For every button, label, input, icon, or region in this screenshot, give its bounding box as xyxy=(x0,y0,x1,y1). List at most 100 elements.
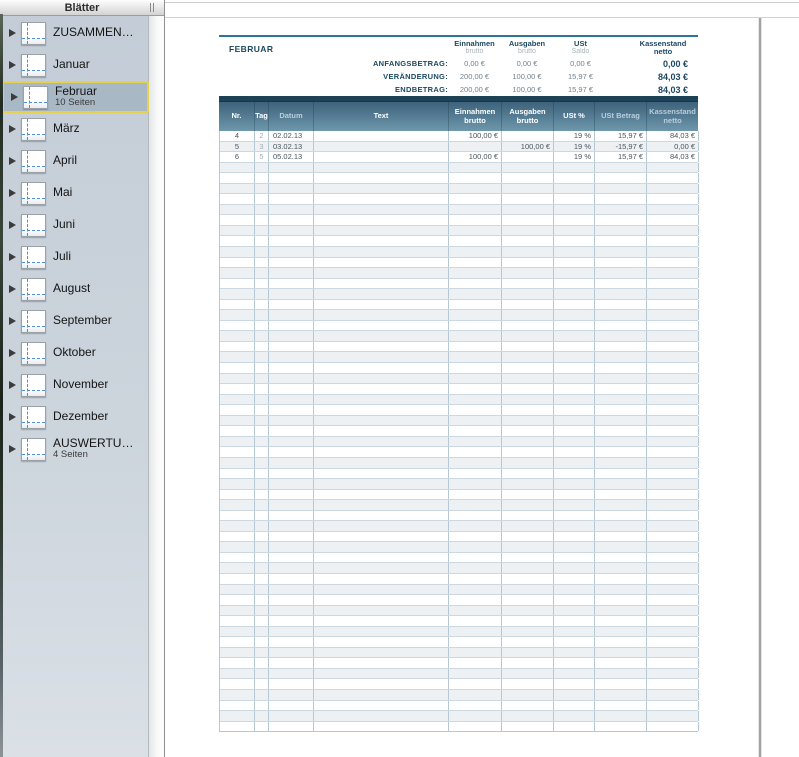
cell-datum[interactable] xyxy=(269,500,314,510)
summary-cell[interactable]: 200,00 € xyxy=(448,72,501,81)
cell-ausgaben[interactable] xyxy=(502,627,554,637)
cell-einnahmen[interactable] xyxy=(449,205,502,215)
cell-datum[interactable] xyxy=(269,279,314,289)
cell-datum[interactable] xyxy=(269,627,314,637)
cell-ausgaben[interactable] xyxy=(502,215,554,225)
summary-cell[interactable]: 0,00 € xyxy=(501,59,553,68)
cell-datum[interactable] xyxy=(269,563,314,573)
cell-text[interactable] xyxy=(314,321,449,331)
cell-nr[interactable] xyxy=(220,247,255,257)
cell-text[interactable] xyxy=(314,331,449,341)
cell-ust-prozent[interactable] xyxy=(554,585,595,595)
cell-einnahmen[interactable] xyxy=(449,184,502,194)
cell-kassenstand[interactable] xyxy=(647,606,699,616)
cell-text[interactable] xyxy=(314,163,449,173)
cell-kassenstand[interactable] xyxy=(647,384,699,394)
sidebar-item-november[interactable]: November xyxy=(2,369,149,401)
cell-ust-prozent[interactable] xyxy=(554,374,595,384)
cell-datum[interactable] xyxy=(269,469,314,479)
cell-text[interactable] xyxy=(314,405,449,415)
cell-nr[interactable] xyxy=(220,511,255,521)
cell-ust-betrag[interactable] xyxy=(595,173,647,183)
cell-ausgaben[interactable] xyxy=(502,310,554,320)
cell-text[interactable] xyxy=(314,479,449,489)
cell-ust-prozent[interactable] xyxy=(554,722,595,732)
cell-ust-betrag[interactable] xyxy=(595,268,647,278)
cell-einnahmen[interactable] xyxy=(449,511,502,521)
cell-ausgaben[interactable] xyxy=(502,395,554,405)
cell-text[interactable] xyxy=(314,701,449,711)
cell-einnahmen[interactable] xyxy=(449,479,502,489)
cell-tag[interactable] xyxy=(255,595,269,605)
cell-tag[interactable] xyxy=(255,679,269,689)
disclosure-triangle-icon[interactable] xyxy=(9,29,16,37)
sidebar-item-juli[interactable]: Juli xyxy=(2,241,149,273)
header-cell[interactable]: USt % xyxy=(553,102,594,131)
sidebar-item-märz[interactable]: März xyxy=(2,113,149,145)
summary-cell[interactable]: 15,97 € xyxy=(553,85,608,94)
cell-ust-betrag[interactable] xyxy=(595,711,647,721)
cell-ust-prozent[interactable]: 19 % xyxy=(554,131,595,141)
cell-einnahmen[interactable] xyxy=(449,490,502,500)
cell-kassenstand[interactable] xyxy=(647,194,699,204)
cell-text[interactable] xyxy=(314,268,449,278)
cell-ust-prozent[interactable] xyxy=(554,363,595,373)
cell-kassenstand[interactable] xyxy=(647,173,699,183)
cell-einnahmen[interactable] xyxy=(449,574,502,584)
cell-datum[interactable] xyxy=(269,236,314,246)
sidebar-item-juni[interactable]: Juni xyxy=(2,209,149,241)
cell-ausgaben[interactable] xyxy=(502,268,554,278)
cell-ust-betrag[interactable] xyxy=(595,194,647,204)
cell-kassenstand[interactable] xyxy=(647,669,699,679)
cell-ausgaben[interactable] xyxy=(502,279,554,289)
summary-cell-kassenstand[interactable]: 0,00 € xyxy=(628,59,698,69)
header-cell[interactable]: Einnahmenbrutto xyxy=(448,102,501,131)
cell-einnahmen[interactable] xyxy=(449,711,502,721)
cell-datum[interactable] xyxy=(269,374,314,384)
cell-nr[interactable] xyxy=(220,595,255,605)
cell-tag[interactable] xyxy=(255,289,269,299)
cell-ust-betrag[interactable] xyxy=(595,426,647,436)
cell-ust-betrag[interactable] xyxy=(595,279,647,289)
cell-nr[interactable] xyxy=(220,616,255,626)
cell-kassenstand[interactable] xyxy=(647,563,699,573)
cell-text[interactable] xyxy=(314,553,449,563)
cell-ust-betrag[interactable] xyxy=(595,395,647,405)
cell-einnahmen[interactable] xyxy=(449,352,502,362)
cell-einnahmen[interactable] xyxy=(449,585,502,595)
cell-datum[interactable] xyxy=(269,363,314,373)
cell-datum[interactable]: 03.02.13 xyxy=(269,142,314,152)
cell-ausgaben[interactable] xyxy=(502,131,554,141)
cell-ust-betrag[interactable] xyxy=(595,384,647,394)
cell-ausgaben[interactable] xyxy=(502,331,554,341)
cell-nr[interactable] xyxy=(220,173,255,183)
cell-einnahmen[interactable] xyxy=(449,447,502,457)
cell-ust-betrag[interactable] xyxy=(595,616,647,626)
cell-ausgaben[interactable] xyxy=(502,342,554,352)
cell-einnahmen[interactable] xyxy=(449,437,502,447)
summary-cell[interactable]: 15,97 € xyxy=(553,72,608,81)
cell-nr[interactable] xyxy=(220,648,255,658)
cell-ausgaben[interactable] xyxy=(502,194,554,204)
cell-ust-betrag[interactable] xyxy=(595,479,647,489)
cell-einnahmen[interactable] xyxy=(449,363,502,373)
cell-kassenstand[interactable] xyxy=(647,331,699,341)
cell-datum[interactable] xyxy=(269,321,314,331)
cell-tag[interactable] xyxy=(255,585,269,595)
cell-datum[interactable] xyxy=(269,405,314,415)
cell-kassenstand[interactable] xyxy=(647,490,699,500)
cell-einnahmen[interactable] xyxy=(449,542,502,552)
cell-ust-betrag[interactable] xyxy=(595,585,647,595)
cell-ust-betrag[interactable] xyxy=(595,310,647,320)
cell-nr[interactable] xyxy=(220,532,255,542)
cell-nr[interactable] xyxy=(220,363,255,373)
cell-ausgaben[interactable] xyxy=(502,669,554,679)
cell-einnahmen[interactable] xyxy=(449,310,502,320)
cell-einnahmen[interactable] xyxy=(449,173,502,183)
cell-tag[interactable] xyxy=(255,479,269,489)
cell-ausgaben[interactable] xyxy=(502,352,554,362)
cell-datum[interactable] xyxy=(269,426,314,436)
sidebar-item-zusammenfa[interactable]: ZUSAMMENFA… xyxy=(2,17,149,49)
cell-tag[interactable] xyxy=(255,321,269,331)
cell-ausgaben[interactable] xyxy=(502,384,554,394)
